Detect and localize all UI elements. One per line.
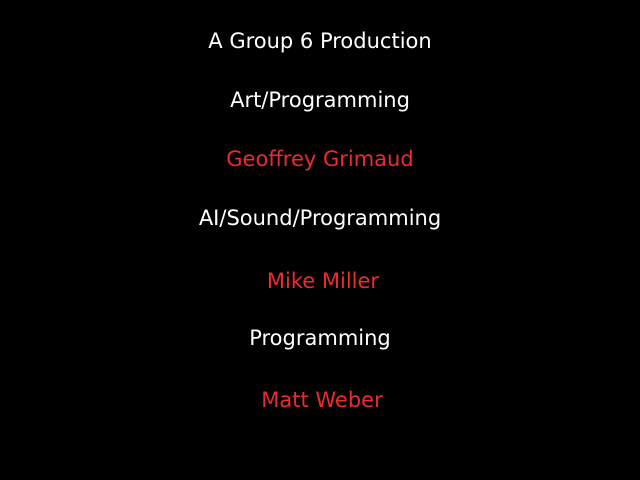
credit-name-matt-weber: Matt Weber [261, 388, 383, 412]
credit-name-mike-miller: Mike Miller [266, 269, 380, 293]
credits-screen: A Group 6 Production Art/Programming Geo… [0, 0, 640, 480]
credit-role-programming: Programming [249, 326, 391, 350]
credit-role-ai-sound-programming: AI/Sound/Programming [198, 206, 442, 230]
credit-role-art-programming: Art/Programming [230, 88, 410, 112]
credits-heading: A Group 6 Production [208, 29, 432, 53]
credit-name-geoffrey-grimaud: Geoffrey Grimaud [226, 147, 414, 171]
